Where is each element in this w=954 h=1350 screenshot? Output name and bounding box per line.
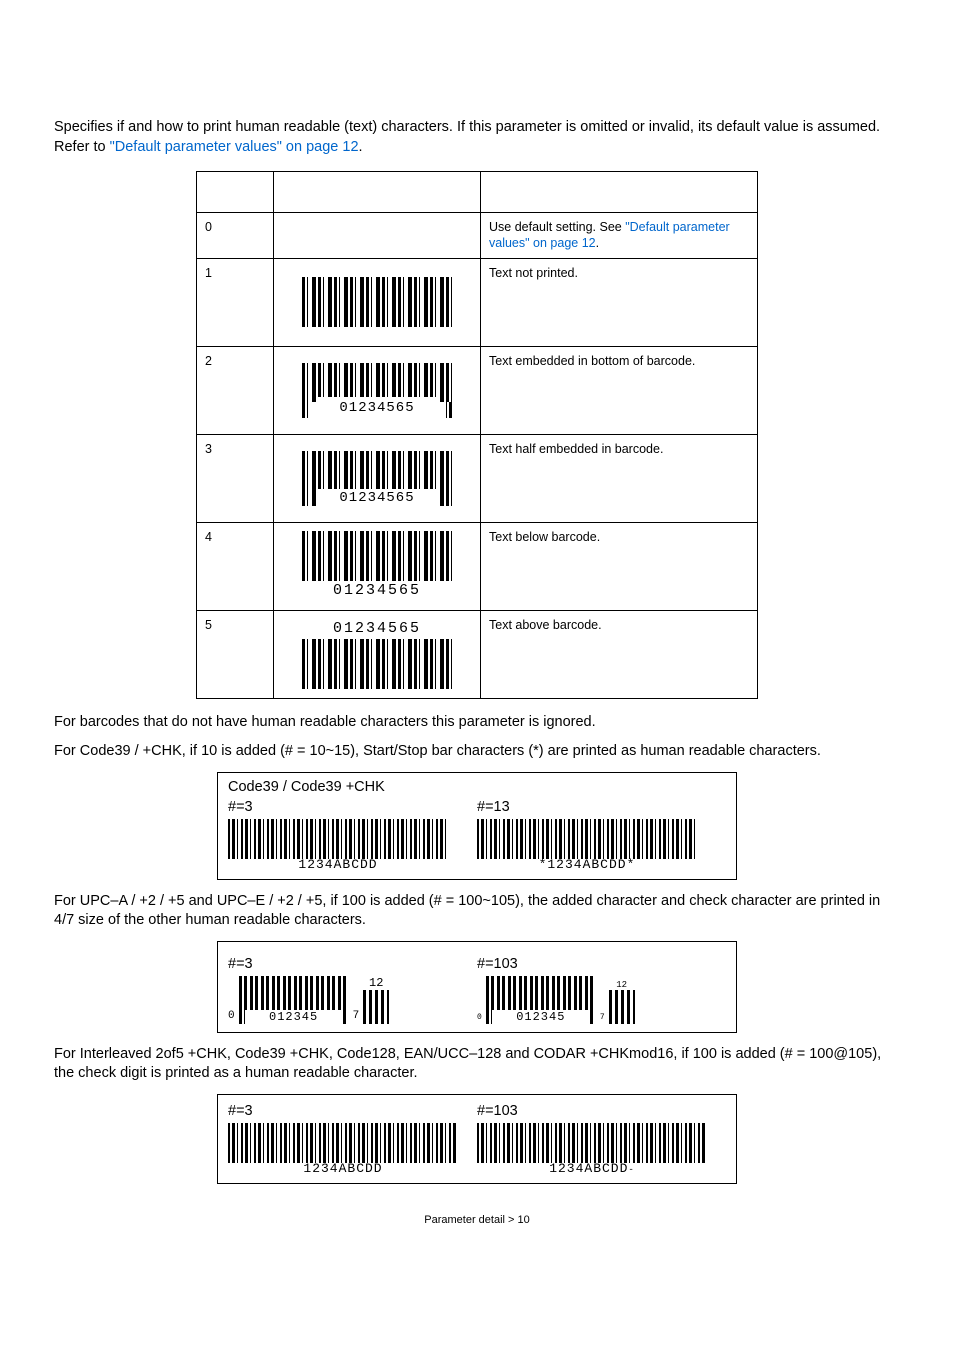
table-row: 1 Text not printed.: [197, 258, 758, 346]
upc-supplement: 12: [609, 980, 635, 1024]
paragraph: For barcodes that do not have human read…: [54, 713, 900, 733]
table-row: 0 Use default setting. See "Default para…: [197, 213, 758, 259]
barcode-icon: *1234ABCDD*: [477, 819, 697, 872]
param-desc: Text half embedded in barcode.: [481, 434, 758, 522]
table-row: 5 01234565 Text above barcode.: [197, 610, 758, 698]
example-box-upc: #=3 0 7 12 #=103 0 7 12: [217, 941, 737, 1033]
example-label: #=13: [477, 799, 726, 815]
paragraph: For Code39 / +CHK, if 10 is added (# = 1…: [54, 742, 900, 762]
table-row: 3 Text half embedded in barcode.: [197, 434, 758, 522]
barcode-icon: 1234ABCDD: [228, 1123, 458, 1176]
barcode-icon: [302, 363, 452, 418]
barcode-text: *1234ABCDD*: [477, 857, 697, 872]
param-value: 4: [197, 522, 274, 610]
param-desc: Text below barcode.: [481, 522, 758, 610]
example-label: #=3: [228, 799, 477, 815]
barcode-text: 01234565: [302, 581, 452, 601]
param-value: 0: [197, 213, 274, 259]
barcode-icon: 1234ABCDD: [228, 819, 448, 872]
barcode-icon: 01234565: [302, 619, 452, 689]
param-value: 1: [197, 258, 274, 346]
example-label: #=103: [477, 956, 726, 972]
upc-supplement: 12: [363, 976, 389, 1024]
intro-link[interactable]: "Default parameter values" on page 12: [110, 139, 359, 155]
upc-trail: 7: [353, 1010, 360, 1022]
upc-lead: 0: [477, 1013, 482, 1022]
barcode-text: 1234ABCDD: [228, 857, 448, 872]
barcode-icon: 0 7 12: [477, 976, 635, 1024]
example-label: #=3: [228, 1103, 477, 1119]
param-desc: Text not printed.: [481, 258, 758, 346]
intro-paragraph: Specifies if and how to print human read…: [54, 118, 900, 157]
barcode-icon: 01234565: [302, 531, 452, 601]
barcode-text: 1234ABCDD-: [477, 1161, 707, 1176]
upc-lead: 0: [228, 1010, 235, 1022]
param-desc: Text above barcode.: [481, 610, 758, 698]
parameter-table: 0 Use default setting. See "Default para…: [196, 171, 758, 699]
param-value: 5: [197, 610, 274, 698]
example-label: #=103: [477, 1103, 726, 1119]
intro-suffix: .: [359, 139, 363, 155]
barcode-text: 01234565: [302, 619, 452, 639]
barcode-icon: 1234ABCDD-: [477, 1123, 707, 1176]
table-row: 4 01234565 Text below barcode.: [197, 522, 758, 610]
param-desc: Use default setting. See "Default parame…: [481, 213, 758, 259]
paragraph: For Interleaved 2of5 +CHK, Code39 +CHK, …: [54, 1045, 900, 1084]
barcode-text: 1234ABCDD: [228, 1161, 458, 1176]
param-desc: Text embedded in bottom of barcode.: [481, 346, 758, 434]
table-header-row: [197, 172, 758, 213]
barcode-icon: 0 7 12: [228, 976, 389, 1024]
upc-trail: 7: [600, 1013, 605, 1022]
paragraph: For UPC–A / +2 / +5 and UPC–E / +2 / +5,…: [54, 892, 900, 931]
example-label: #=3: [228, 956, 477, 972]
barcode-icon: [302, 277, 452, 327]
example-box-code39: Code39 / Code39 +CHK #=3 1234ABCDD #=13 …: [217, 772, 737, 880]
example-box-chk: #=3 1234ABCDD #=103 1234ABCDD-: [217, 1094, 737, 1184]
param-value: 2: [197, 346, 274, 434]
example-title: Code39 / Code39 +CHK: [218, 773, 736, 797]
page-footer: Parameter detail > 10: [54, 1214, 900, 1226]
barcode-icon: [302, 451, 452, 506]
param-value: 3: [197, 434, 274, 522]
table-row: 2 Text embedded in bottom of barcode.: [197, 346, 758, 434]
